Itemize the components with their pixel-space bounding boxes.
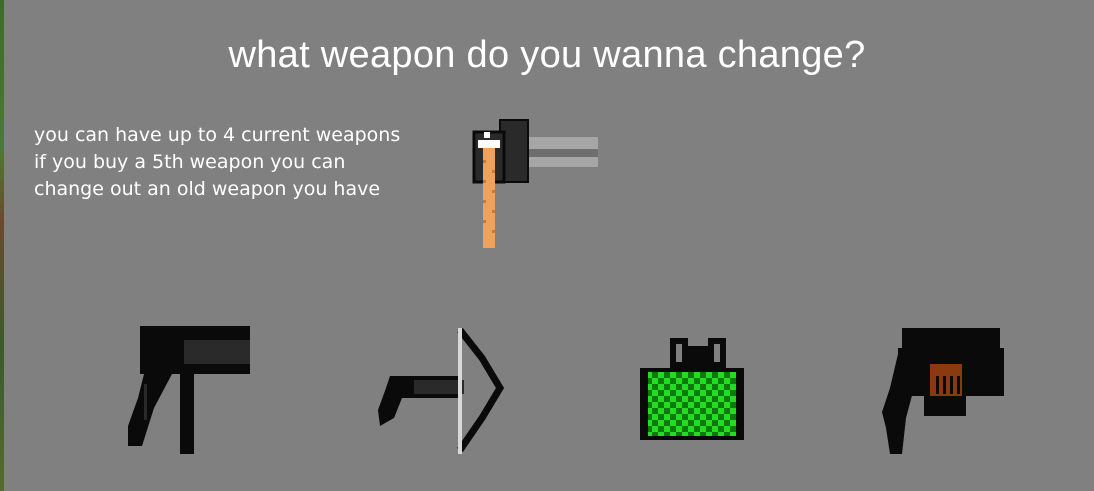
pistol-icon [128, 326, 250, 454]
acid-bomb-icon [640, 338, 744, 440]
weapon-slot-2[interactable] [372, 318, 512, 463]
info-line: you can have up to 4 current weapons [34, 124, 401, 146]
weapon-slot-4[interactable] [874, 318, 1014, 463]
info-line: change out an old weapon you have [34, 178, 381, 200]
shotgun-icon [472, 119, 598, 248]
info-text: you can have up to 4 current weapons if … [34, 122, 464, 203]
flamethrower-icon [882, 328, 1004, 454]
weapon-slot-3[interactable] [634, 318, 774, 463]
page-title: what weapon do you wanna change? [228, 34, 866, 76]
info-line: if you buy a 5th weapon you can [34, 151, 346, 173]
new-weapon-preview [470, 118, 602, 250]
crossbow-icon [378, 327, 505, 454]
weapon-slot-1[interactable] [120, 318, 260, 463]
